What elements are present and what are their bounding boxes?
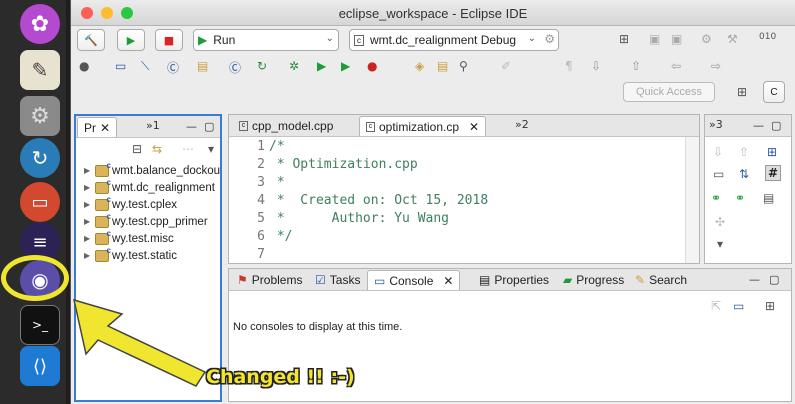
arrow-shape bbox=[72, 298, 207, 387]
annotation-arrow bbox=[72, 298, 207, 387]
callout-text: Changed !! :-) bbox=[206, 366, 355, 388]
